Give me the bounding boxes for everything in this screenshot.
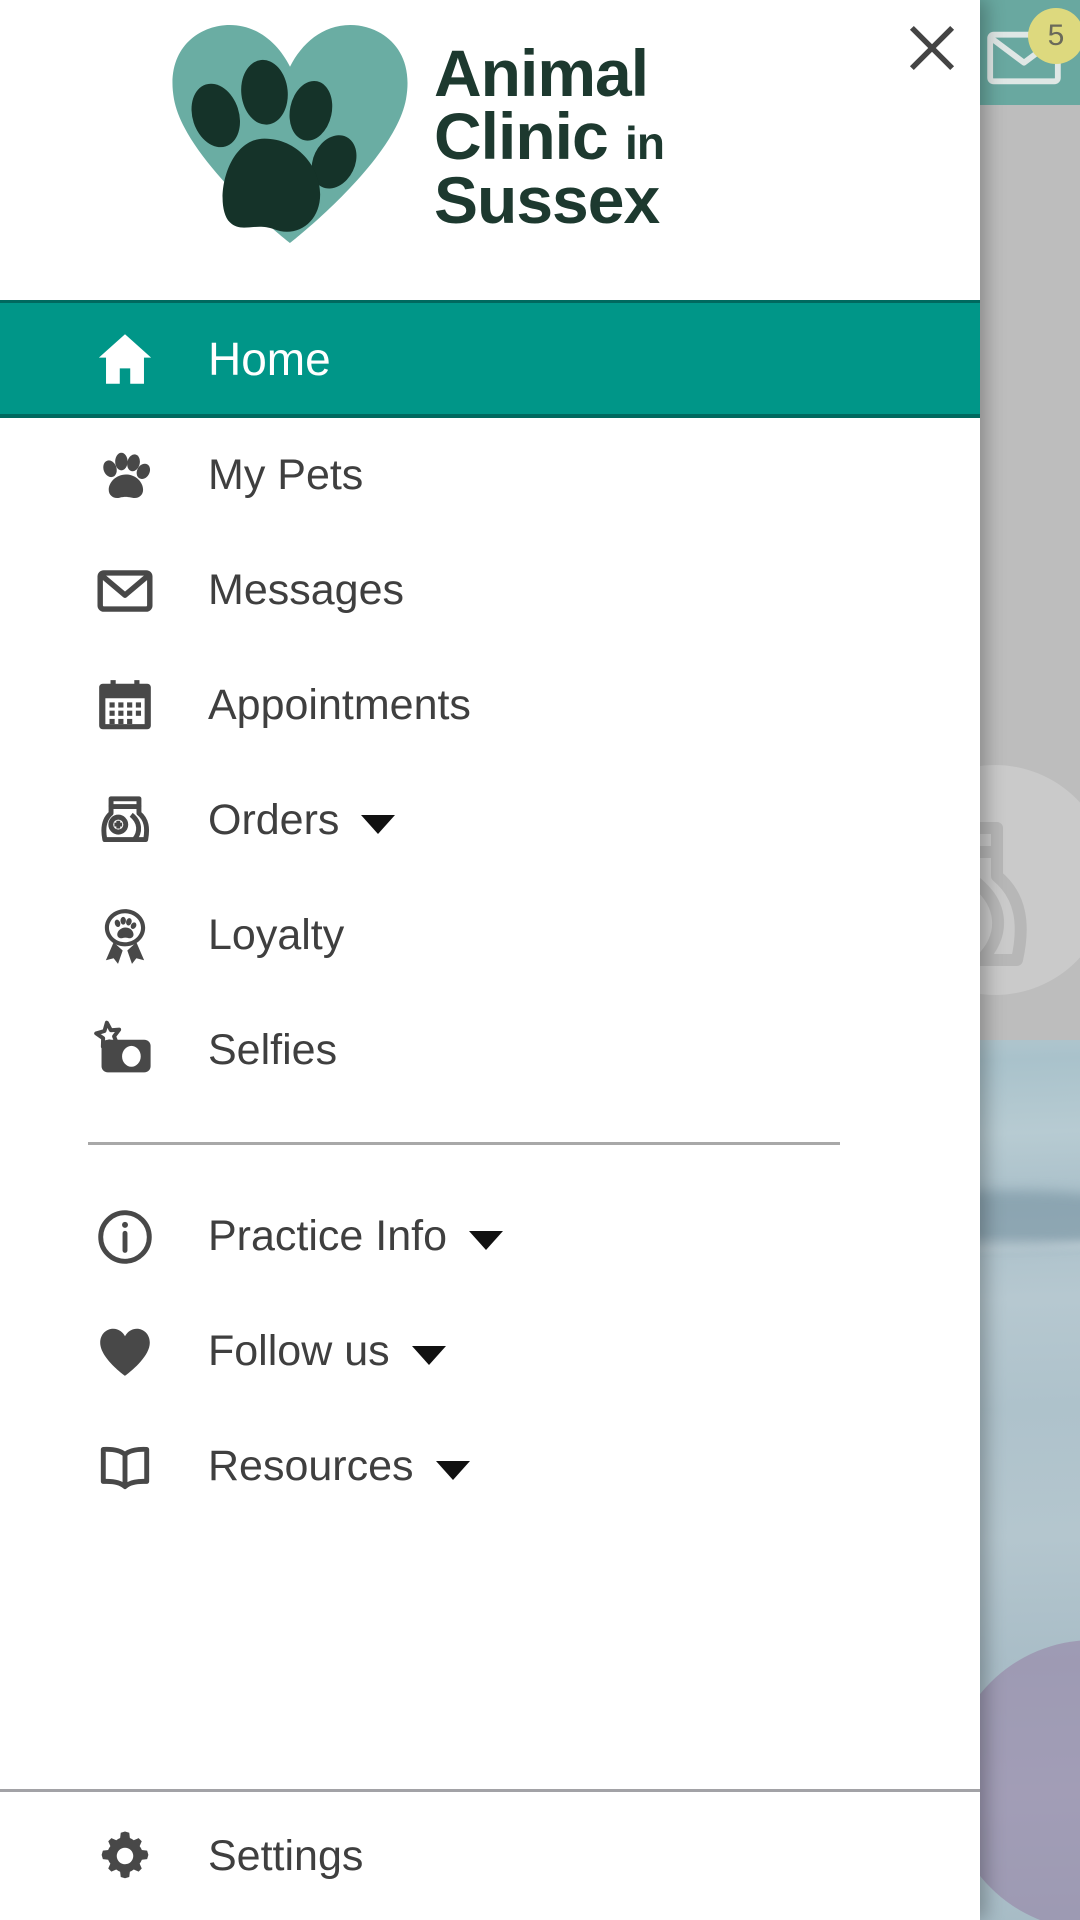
drawer-footer: Settings	[0, 1789, 980, 1920]
home-icon	[88, 322, 162, 396]
calendar-icon	[88, 669, 162, 743]
food-bag-icon	[88, 784, 162, 858]
sidebar-item-appointments[interactable]: Appointments	[0, 648, 980, 763]
sidebar-item-label: Home	[208, 332, 331, 385]
sidebar-item-my-pets[interactable]: My Pets	[0, 418, 980, 533]
award-paw-icon	[88, 899, 162, 973]
logo-line-2: Clinic in	[434, 103, 665, 170]
gear-icon	[88, 1819, 162, 1893]
sidebar-item-settings[interactable]: Settings	[0, 1792, 980, 1920]
sidebar-item-practice-info[interactable]: Practice Info	[0, 1179, 980, 1294]
chevron-down-icon[interactable]	[469, 1231, 503, 1250]
sidebar-item-label: Practice Info	[208, 1212, 447, 1260]
navigation-drawer: Animal Clinic in Sussex Home My Pets Mes…	[0, 0, 980, 1920]
logo-line-1: Animal	[434, 36, 649, 110]
sidebar-item-label: Appointments	[208, 681, 471, 729]
sidebar-item-label: Settings	[208, 1831, 364, 1880]
paw-icon	[88, 439, 162, 513]
camera-star-icon	[88, 1014, 162, 1088]
heart-paw-logo-icon	[160, 18, 420, 250]
info-circle-icon	[88, 1200, 162, 1274]
sidebar-item-resources[interactable]: Resources	[0, 1409, 980, 1524]
sidebar-item-messages[interactable]: Messages	[0, 533, 980, 648]
heart-icon	[88, 1315, 162, 1389]
drawer-header: Animal Clinic in Sussex	[0, 0, 980, 300]
chevron-down-icon[interactable]	[361, 815, 396, 834]
sidebar-item-home[interactable]: Home	[0, 300, 980, 418]
sidebar-item-label: My Pets	[208, 451, 364, 499]
clinic-logo-text: Animal Clinic in Sussex	[434, 18, 665, 237]
logo-line-3: Sussex	[434, 162, 660, 237]
sidebar-item-label: Orders	[208, 796, 340, 844]
sidebar-item-label: Resources	[208, 1442, 414, 1490]
envelope-icon	[88, 554, 162, 628]
chevron-down-icon[interactable]	[435, 1461, 470, 1480]
sidebar-item-follow-us[interactable]: Follow us	[0, 1294, 980, 1409]
chevron-down-icon[interactable]	[411, 1346, 446, 1365]
clinic-logo: Animal Clinic in Sussex	[160, 18, 665, 250]
sidebar-item-selfies[interactable]: Selfies	[0, 993, 980, 1108]
sidebar-item-label: Follow us	[208, 1327, 390, 1375]
book-icon	[88, 1430, 162, 1504]
close-icon[interactable]	[906, 22, 958, 74]
sidebar-item-orders[interactable]: Orders	[0, 763, 980, 878]
sidebar-item-label: Selfies	[208, 1026, 338, 1074]
logo-line-2-suffix: in	[625, 117, 665, 170]
sidebar-item-label: Loyalty	[208, 911, 345, 959]
drawer-nav: Home My Pets Messages Appointments Order…	[0, 300, 980, 1789]
sidebar-item-label: Messages	[208, 566, 404, 614]
nav-divider	[88, 1142, 840, 1145]
sidebar-item-loyalty[interactable]: Loyalty	[0, 878, 980, 993]
